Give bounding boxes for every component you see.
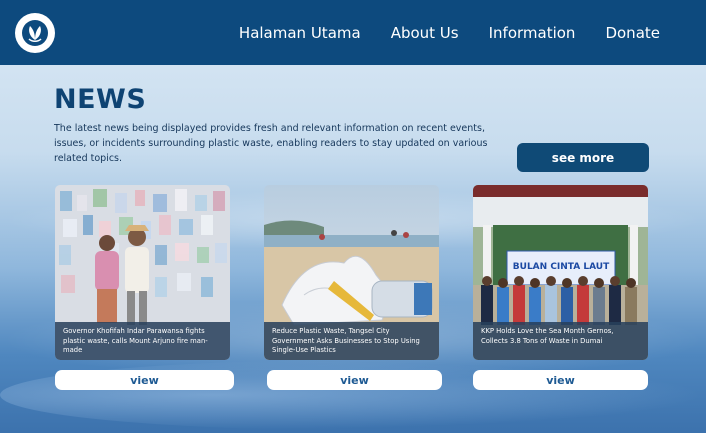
- news-card-3[interactable]: BULAN CINTA LAUT KKP Holds Love the Sea …: [473, 185, 648, 360]
- see-more-button[interactable]: see more: [517, 143, 649, 172]
- news-caption-2: Reduce Plastic Waste, Tangsel City Gover…: [264, 322, 439, 360]
- logo[interactable]: [15, 13, 55, 53]
- news-caption-3: KKP Holds Love the Sea Month Gernos, Col…: [473, 322, 648, 360]
- nav-information[interactable]: Information: [489, 24, 576, 42]
- news-caption-1: Governor Khofifah Indar Parawansa fights…: [55, 322, 230, 360]
- banner-text: BULAN CINTA LAUT: [513, 262, 610, 272]
- page-title: NEWS: [54, 84, 147, 115]
- top-navbar: Halaman Utama About Us Information Donat…: [0, 0, 706, 65]
- view-button-3[interactable]: view: [473, 370, 648, 390]
- leaf-drop-icon: [22, 20, 48, 46]
- view-button-1[interactable]: view: [55, 370, 234, 390]
- news-card-2[interactable]: Reduce Plastic Waste, Tangsel City Gover…: [264, 185, 439, 360]
- nav-donate[interactable]: Donate: [605, 24, 660, 42]
- nav-home[interactable]: Halaman Utama: [239, 24, 361, 42]
- nav-about-us[interactable]: About Us: [391, 24, 459, 42]
- news-card-1[interactable]: Governor Khofifah Indar Parawansa fights…: [55, 185, 230, 360]
- news-description: The latest news being displayed provides…: [54, 123, 488, 164]
- view-button-2[interactable]: view: [267, 370, 442, 390]
- main-nav: Halaman Utama About Us Information Donat…: [209, 0, 660, 65]
